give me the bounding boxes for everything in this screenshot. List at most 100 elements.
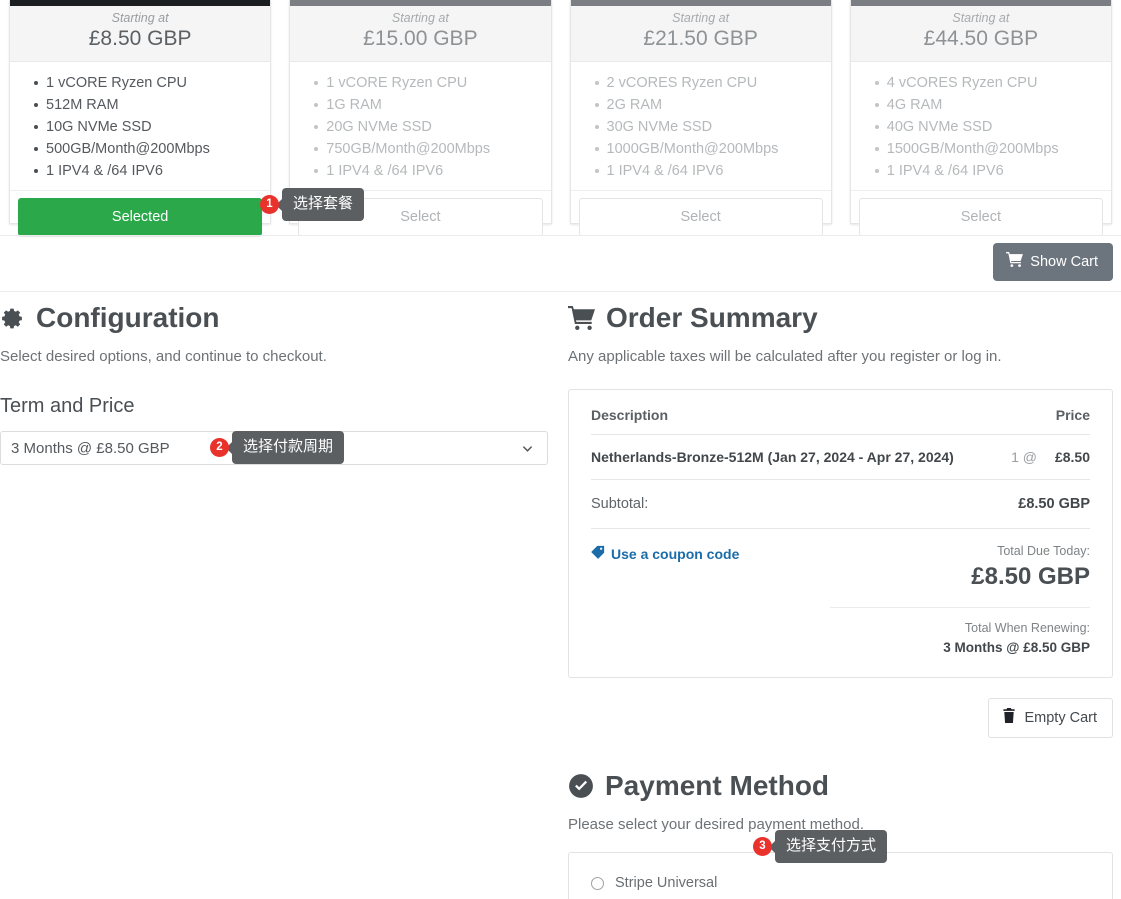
total-when-renewing-label: Total When Renewing: [964,621,1090,635]
configuration-subtitle: Select desired options, and continue to … [0,348,327,365]
order-item-description: Netherlands-Bronze-512M (Jan 27, 2024 - … [591,449,954,465]
card-price-header-3: Starting at £21.50 GBP [570,6,831,62]
total-due-today-label: Total Due Today: [997,544,1090,558]
totals-block: Use a coupon code Total Due Today: £8.50… [591,529,1090,677]
order-summary-title: Order Summary [606,302,818,333]
product-card-slot-3: Starting at £21.50 GBP 2 vCORES Ryzen CP… [561,0,841,236]
configuration-title: Configuration [36,302,220,333]
card-price-header-4: Starting at £44.50 GBP [850,6,1111,62]
order-summary-subtitle: Any applicable taxes will be calculated … [568,348,1002,365]
coupon-column: Use a coupon code [591,543,830,657]
show-cart-button[interactable]: Show Cart [993,243,1113,281]
subtotal-label: Subtotal: [591,496,649,512]
order-summary-table-header: Description Price [591,390,1090,435]
card-price-header-2: Starting at £15.00 GBP [290,6,551,62]
section-divider-top [0,235,1121,236]
term-and-price-heading: Term and Price [0,395,135,417]
tag-icon [591,545,605,562]
table-row: Netherlands-Bronze-512M (Jan 27, 2024 - … [591,435,1090,480]
annotation-number: 1 [260,195,279,214]
card-feature-list-3: 2 vCORES Ryzen CPU 2G RAM 30G NVMe SSD 1… [571,62,831,190]
card-price-header-1: Starting at £8.50 GBP [10,6,271,62]
order-item-price: £8.50 [1054,449,1090,465]
product-cards-row: Starting at £8.50 GBP 1 vCORE Ryzen CPU … [0,0,1121,236]
annotation-number: 2 [210,438,229,457]
feature-item: 10G NVMe SSD [10,116,270,138]
payment-option-label: Stripe Universal [615,875,718,891]
feature-item: 1500GB/Month@200Mbps [851,138,1111,160]
feature-item: 1 vCORE Ryzen CPU [10,72,270,94]
order-summary-column: Order Summary Any applicable taxes will … [560,300,1121,899]
card-feature-list-4: 4 vCORES Ryzen CPU 4G RAM 40G NVMe SSD 1… [851,62,1111,190]
payment-method-heading: Payment Method [568,768,1113,804]
feature-item: 1 vCORE Ryzen CPU [290,72,550,94]
feature-item: 750GB/Month@200Mbps [290,138,550,160]
feature-item: 1 IPV4 & /64 IPV6 [290,160,550,182]
use-coupon-code-link[interactable]: Use a coupon code [591,545,739,562]
order-summary-heading: Order Summary [568,300,1113,336]
starting-at-label-4: Starting at [952,11,1010,25]
select-plan-button-1[interactable]: Selected [18,198,263,236]
checkout-page: Starting at £8.50 GBP 1 vCORE Ryzen CPU … [0,0,1121,899]
feature-item: 20G NVMe SSD [290,116,550,138]
total-when-renewing-value: 3 Months @ £8.50 GBP [943,640,1090,655]
starting-at-label-3: Starting at [672,11,730,25]
feature-item: 1 IPV4 & /64 IPV6 [571,160,831,182]
shopping-cart-icon [568,306,595,330]
card-price-1: £8.50 GBP [88,27,192,50]
card-price-3: £21.50 GBP [643,27,758,50]
annotation-number: 3 [753,837,772,856]
show-cart-label: Show Cart [1030,254,1098,270]
feature-item: 1 IPV4 & /64 IPV6 [10,160,270,182]
trash-icon [1002,708,1016,728]
feature-item: 1000GB/Month@200Mbps [571,138,831,160]
annotation-marker-2: 2 选择付款周期 [210,431,345,464]
feature-item: 2 vCORES Ryzen CPU [571,72,831,94]
annotation-tooltip: 选择套餐 [282,188,365,221]
product-card-1[interactable]: Starting at £8.50 GBP 1 vCORE Ryzen CPU … [9,0,272,236]
feature-item: 2G RAM [571,94,831,116]
feature-item: 4 vCORES Ryzen CPU [851,72,1111,94]
configuration-heading: Configuration [0,300,548,336]
annotation-marker-3: 3 选择支付方式 [753,830,888,863]
payment-method-title: Payment Method [605,770,830,801]
feature-item: 512M RAM [10,94,270,116]
starting-at-label-1: Starting at [111,11,169,25]
product-card-4[interactable]: Starting at £44.50 GBP 4 vCORES Ryzen CP… [849,0,1112,236]
starting-at-label-2: Starting at [391,11,449,25]
subtotal-value: £8.50 GBP [1018,496,1090,512]
feature-item: 4G RAM [851,94,1111,116]
annotation-tooltip: 选择付款周期 [232,431,345,464]
feature-item: 30G NVMe SSD [571,116,831,138]
feature-item: 1G RAM [290,94,550,116]
feature-item: 500GB/Month@200Mbps [10,138,270,160]
annotation-tooltip: 选择支付方式 [775,830,888,863]
totals-column: Total Due Today: £8.50 GBP Total When Re… [830,543,1090,657]
coupon-link-label: Use a coupon code [611,545,740,562]
product-card-slot-4: Starting at £44.50 GBP 4 vCORES Ryzen CP… [841,0,1121,236]
check-circle-icon [568,773,594,799]
section-divider-bottom [0,291,1121,292]
order-summary-panel: Description Price Netherlands-Bronze-512… [568,389,1113,678]
empty-cart-button[interactable]: Empty Cart [988,698,1113,738]
column-header-description: Description [591,407,669,423]
card-feature-list-2: 1 vCORE Ryzen CPU 1G RAM 20G NVMe SSD 75… [290,62,550,190]
select-plan-button-3[interactable]: Select [578,198,823,236]
total-due-today-value: £8.50 GBP [971,563,1090,590]
subtotal-row: Subtotal: £8.50 GBP [591,480,1090,529]
product-card-slot-1: Starting at £8.50 GBP 1 vCORE Ryzen CPU … [0,0,280,236]
select-plan-button-4[interactable]: Select [858,198,1103,236]
product-card-3[interactable]: Starting at £21.50 GBP 2 vCORES Ryzen CP… [569,0,832,236]
totals-separator: Total When Renewing: 3 Months @ £8.50 GB… [830,607,1090,657]
card-price-4: £44.50 GBP [923,27,1039,50]
gear-icon [0,306,25,331]
radio-icon[interactable] [591,876,604,890]
feature-item: 40G NVMe SSD [851,116,1111,138]
empty-cart-label: Empty Cart [1024,710,1097,726]
card-feature-list-1: 1 vCORE Ryzen CPU 512M RAM 10G NVMe SSD … [10,62,270,190]
feature-item: 1 IPV4 & /64 IPV6 [851,160,1111,182]
payment-option-stripe[interactable]: Stripe Universal [591,870,1090,896]
annotation-marker-1: 1 选择套餐 [260,188,365,221]
card-price-2: £15.00 GBP [363,27,478,50]
order-item-quantity: 1 @ [1011,449,1037,465]
